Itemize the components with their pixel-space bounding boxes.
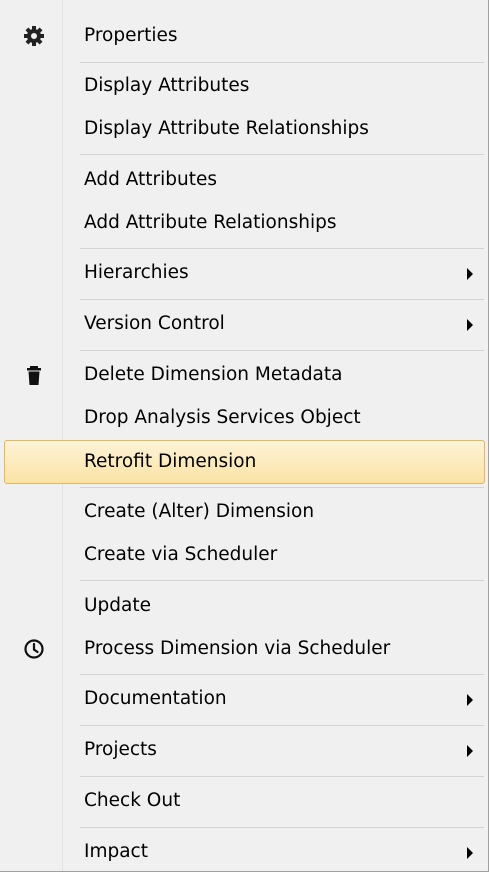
clock-icon [23, 638, 45, 660]
menu-item-label: Drop Analysis Services Object [84, 407, 361, 428]
menu-item-label: Add Attributes [84, 169, 218, 190]
menu-item-label: Hierarchies [84, 262, 189, 283]
menu-separator [80, 154, 484, 155]
menu-item-label: Properties [84, 25, 178, 46]
menu-item-impact[interactable]: Impact [4, 830, 485, 874]
menu-item-label: Retrofit Dimension [84, 451, 257, 472]
menu-item-check-out[interactable]: Check Out [4, 779, 485, 823]
menu-item-label: Create (Alter) Dimension [84, 501, 315, 522]
menu-item-hierarchies[interactable]: Hierarchies [4, 251, 485, 295]
menu-item-create-via-scheduler[interactable]: Create via Scheduler [4, 533, 485, 577]
submenu-arrow-icon [467, 847, 473, 859]
menu-separator [80, 350, 484, 351]
trash-icon [23, 364, 45, 386]
submenu-arrow-icon [467, 268, 473, 280]
menu-item-add-attributes[interactable]: Add Attributes [4, 158, 485, 202]
menu-item-label: Process Dimension via Scheduler [84, 638, 391, 659]
menu-item-label: Add Attribute Relationships [84, 212, 337, 233]
menu-separator [80, 299, 484, 300]
menu-item-label: Projects [84, 739, 157, 760]
menu-item-process-dimension-via-scheduler[interactable]: Process Dimension via Scheduler [4, 627, 485, 671]
menu-item-version-control[interactable]: Version Control [4, 302, 485, 346]
submenu-arrow-icon [467, 694, 473, 706]
menu-separator [80, 248, 484, 249]
menu-item-label: Impact [84, 841, 148, 862]
menu-separator [80, 674, 484, 675]
menu-item-delete-dimension-metadata[interactable]: Delete Dimension Metadata [4, 353, 485, 397]
menu-item-label: Delete Dimension Metadata [84, 364, 343, 385]
menu-item-projects[interactable]: Projects [4, 728, 485, 772]
menu-item-retrofit-dimension[interactable]: Retrofit Dimension [4, 440, 485, 484]
menu-separator [80, 580, 484, 581]
menu-item-documentation[interactable]: Documentation [4, 677, 485, 721]
gear-icon [23, 25, 45, 47]
menu-item-label: Version Control [84, 313, 225, 334]
menu-item-create-alter-dimension[interactable]: Create (Alter) Dimension [4, 490, 485, 534]
menu-item-label: Create via Scheduler [84, 544, 278, 565]
menu-separator [80, 487, 484, 488]
menu-separator [80, 62, 484, 63]
menu-item-label: Check Out [84, 790, 181, 811]
submenu-arrow-icon [467, 319, 473, 331]
menu-item-update[interactable]: Update [4, 584, 485, 628]
menu-item-drop-analysis-services-object[interactable]: Drop Analysis Services Object [4, 396, 485, 440]
menu-separator [80, 827, 484, 828]
menu-item-label: Display Attributes [84, 75, 250, 96]
menu-separator [80, 776, 484, 777]
menu-item-label: Display Attribute Relationships [84, 118, 369, 139]
menu-item-display-attribute-relationships[interactable]: Display Attribute Relationships [4, 107, 485, 151]
menu-separator [80, 725, 484, 726]
context-menu: Properties Display Attributes Display At… [0, 0, 489, 872]
menu-item-label: Documentation [84, 688, 227, 709]
menu-item-label: Update [84, 595, 151, 616]
submenu-arrow-icon [467, 745, 473, 757]
menu-item-display-attributes[interactable]: Display Attributes [4, 64, 485, 108]
menu-item-add-attribute-relationships[interactable]: Add Attribute Relationships [4, 201, 485, 245]
menu-item-properties[interactable]: Properties [4, 14, 485, 58]
